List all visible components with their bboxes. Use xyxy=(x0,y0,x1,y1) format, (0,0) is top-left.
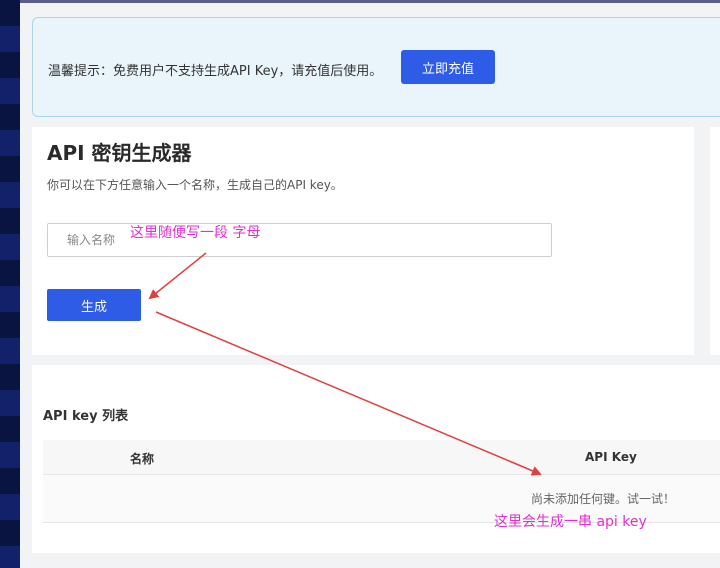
generator-title: API 密钥生成器 xyxy=(47,141,192,165)
api-key-list-title: API key 列表 xyxy=(43,409,129,424)
column-header-api-key: API Key xyxy=(585,450,637,464)
page-canvas: 温馨提示：免费用户不支持生成API Key，请充值后使用。 立即充值 API 密… xyxy=(20,0,720,568)
recharge-button[interactable]: 立即充值 xyxy=(401,50,495,84)
name-input[interactable] xyxy=(47,223,552,257)
notice-text: 温馨提示：免费用户不支持生成API Key，请充值后使用。 xyxy=(48,64,383,79)
annotation-output-hint: 这里会生成一串 api key xyxy=(494,514,647,530)
table-header: 名称 API Key xyxy=(43,440,720,475)
generator-side-panel xyxy=(710,127,720,355)
generator-description: 你可以在下方任意输入一个名称，生成自己的API key。 xyxy=(47,178,343,192)
generate-button[interactable]: 生成 xyxy=(47,289,141,321)
notice-banner: 温馨提示：免费用户不支持生成API Key，请充值后使用。 立即充值 xyxy=(32,17,720,117)
annotation-input-hint: 这里随便写一段 字母 xyxy=(130,225,261,241)
column-header-name: 名称 xyxy=(130,452,155,466)
left-background-strip xyxy=(0,0,20,568)
empty-state-text: 尚未添加任何键。试一试！ xyxy=(531,492,676,506)
